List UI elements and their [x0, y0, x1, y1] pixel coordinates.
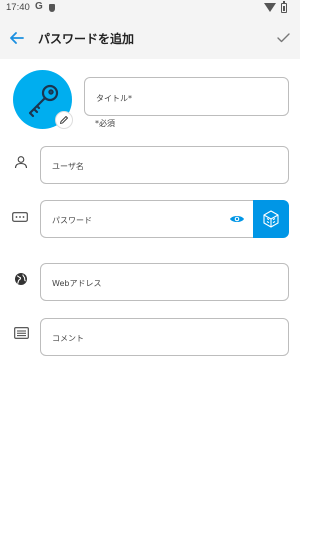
title-field[interactable]: タイトル* [84, 77, 289, 116]
wifi-icon [264, 3, 276, 12]
username-field[interactable]: ユーザ名 [40, 146, 289, 184]
arrow-left-icon [10, 32, 24, 44]
comment-field[interactable]: コメント [40, 318, 289, 356]
shield-icon [49, 4, 55, 12]
comment-placeholder: コメント [52, 334, 84, 343]
save-button[interactable] [272, 27, 294, 49]
password-dots-icon [12, 209, 28, 225]
title-placeholder: タイトル* [96, 94, 132, 103]
key-icon [28, 84, 58, 117]
comment-icon [13, 325, 29, 341]
required-note: *必須 [95, 119, 115, 128]
web-address-placeholder: Webアドレス [52, 279, 102, 288]
back-button[interactable] [6, 27, 28, 49]
globe-icon [13, 271, 29, 287]
eye-icon [230, 216, 244, 222]
person-icon [13, 154, 29, 170]
page-title: パスワードを追加 [38, 32, 135, 46]
toggle-visibility-button[interactable] [228, 211, 246, 227]
check-icon [276, 33, 290, 43]
battery-icon [281, 1, 287, 13]
edit-icon-button[interactable] [55, 111, 73, 129]
status-bar: 17:40 G [0, 0, 300, 17]
password-placeholder: パスワード [52, 216, 92, 225]
app-bar: パスワードを追加 [0, 17, 300, 59]
google-icon: G [35, 1, 43, 12]
generate-password-button[interactable] [253, 200, 289, 238]
pencil-icon [60, 116, 68, 124]
password-generator-icon [263, 210, 279, 228]
status-time: 17:40 [6, 2, 30, 13]
username-placeholder: ユーザ名 [52, 162, 84, 171]
web-address-field[interactable]: Webアドレス [40, 263, 289, 301]
